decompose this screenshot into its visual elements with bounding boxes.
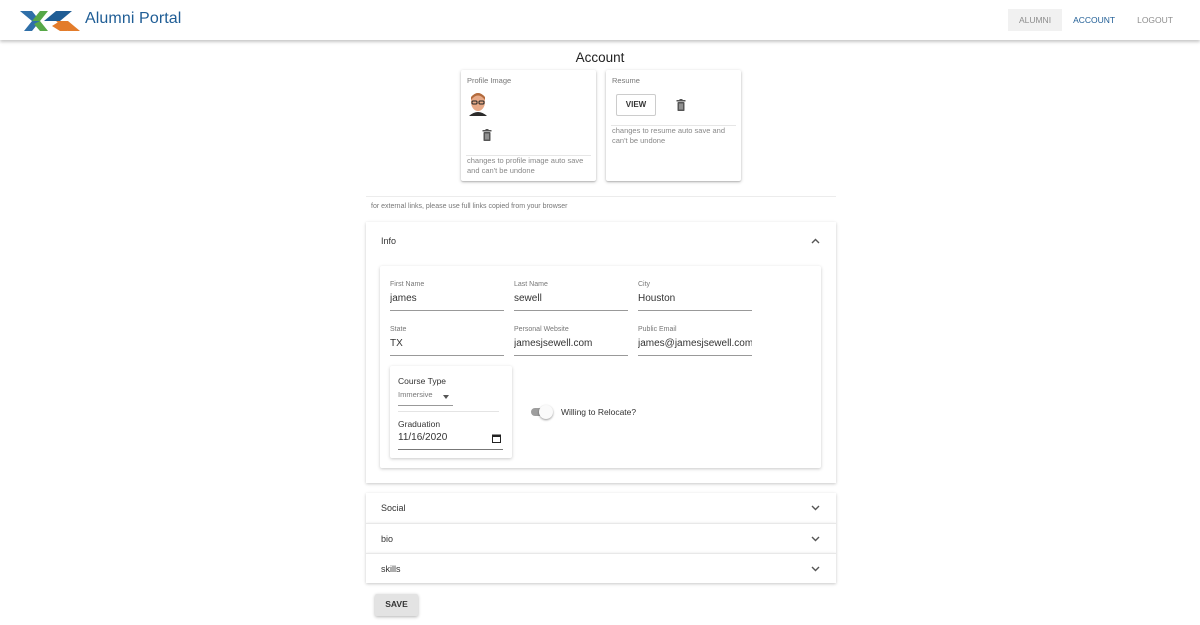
view-resume-button[interactable]: VIEW	[616, 94, 656, 116]
nav-alumni-button[interactable]: ALUMNI	[1007, 9, 1063, 31]
external-links-note: for external links, please use full link…	[371, 203, 568, 210]
graduation-label: Graduation	[398, 419, 441, 429]
email-input[interactable]: james@jamesjsewell.com	[638, 336, 752, 356]
email-field: Public Email james@jamesjsewell.com	[638, 326, 752, 356]
city-label: City	[638, 281, 651, 288]
toggle-thumb	[539, 405, 553, 419]
skills-panel[interactable]: skills	[366, 553, 836, 583]
app-logo	[20, 11, 80, 31]
state-label: State	[390, 326, 407, 333]
info-form: First Name james Last Name sewell City H…	[380, 266, 821, 468]
website-label: Personal Website	[514, 326, 569, 333]
email-label: Public Email	[638, 326, 677, 333]
first-name-field: First Name james	[390, 281, 504, 311]
profile-image-card: Profile Image changes to profile image a…	[461, 70, 596, 181]
trash-icon[interactable]	[676, 99, 686, 111]
last-name-input[interactable]: sewell	[514, 291, 628, 311]
top-nav: ALUMNI ACCOUNT LOGOUT	[1007, 9, 1200, 31]
state-field: State TX	[390, 326, 504, 356]
social-panel-header[interactable]: Social	[381, 503, 406, 513]
nav-logout-button[interactable]: LOGOUT	[1126, 9, 1184, 31]
nav-account-button[interactable]: ACCOUNT	[1062, 9, 1126, 31]
app-title[interactable]: Alumni Portal	[85, 10, 181, 28]
skills-panel-header[interactable]: skills	[381, 564, 401, 574]
bio-panel-header[interactable]: bio	[381, 534, 393, 544]
page-title: Account	[575, 50, 625, 65]
first-name-input[interactable]: james	[390, 291, 504, 311]
graduation-date-value: 11/16/2020	[398, 432, 448, 443]
last-name-field: Last Name sewell	[514, 281, 628, 311]
city-input[interactable]: Houston	[638, 291, 752, 311]
course-type-select[interactable]: Immersive	[398, 390, 453, 406]
caret-down-icon	[443, 395, 449, 399]
resume-card: Resume VIEW changes to resume auto save …	[606, 70, 741, 181]
course-type-value: Immersive	[398, 390, 433, 399]
graduation-date-input[interactable]: 11/16/2020	[398, 432, 503, 450]
calendar-icon[interactable]	[492, 434, 501, 443]
chevron-up-icon[interactable]	[811, 238, 820, 244]
chevron-down-icon[interactable]	[811, 536, 820, 542]
divider	[366, 196, 836, 197]
profile-image-note: changes to profile image auto save and c…	[467, 156, 584, 175]
resume-label: Resume	[612, 76, 640, 85]
course-type-label: Course Type	[398, 376, 447, 386]
social-panel[interactable]: Social	[366, 493, 836, 523]
profile-image-label: Profile Image	[467, 76, 512, 85]
state-input[interactable]: TX	[390, 336, 504, 356]
divider	[398, 411, 499, 412]
save-button[interactable]: SAVE	[375, 594, 418, 616]
last-name-label: Last Name	[514, 281, 548, 288]
course-card: Course Type Immersive Graduation 11/16/2…	[390, 366, 512, 458]
trash-icon[interactable]	[482, 129, 492, 141]
resume-note: changes to resume auto save and can't be…	[612, 126, 725, 145]
avatar-photo[interactable]	[469, 92, 487, 116]
info-panel-header[interactable]: Info	[381, 236, 396, 246]
city-field: City Houston	[638, 281, 752, 311]
relocate-toggle[interactable]	[531, 405, 553, 419]
chevron-down-icon[interactable]	[811, 505, 820, 511]
relocate-label: Willing to Relocate?	[561, 407, 637, 417]
website-input[interactable]: jamesjsewell.com	[514, 336, 628, 356]
first-name-label: First Name	[390, 281, 425, 288]
info-panel: Info First Name james Last Name sewell C…	[366, 222, 836, 483]
bio-panel[interactable]: bio	[366, 523, 836, 553]
website-field: Personal Website jamesjsewell.com	[514, 326, 628, 356]
chevron-down-icon[interactable]	[811, 566, 820, 572]
app-bar: Alumni Portal ALUMNI ACCOUNT LOGOUT	[0, 0, 1200, 40]
